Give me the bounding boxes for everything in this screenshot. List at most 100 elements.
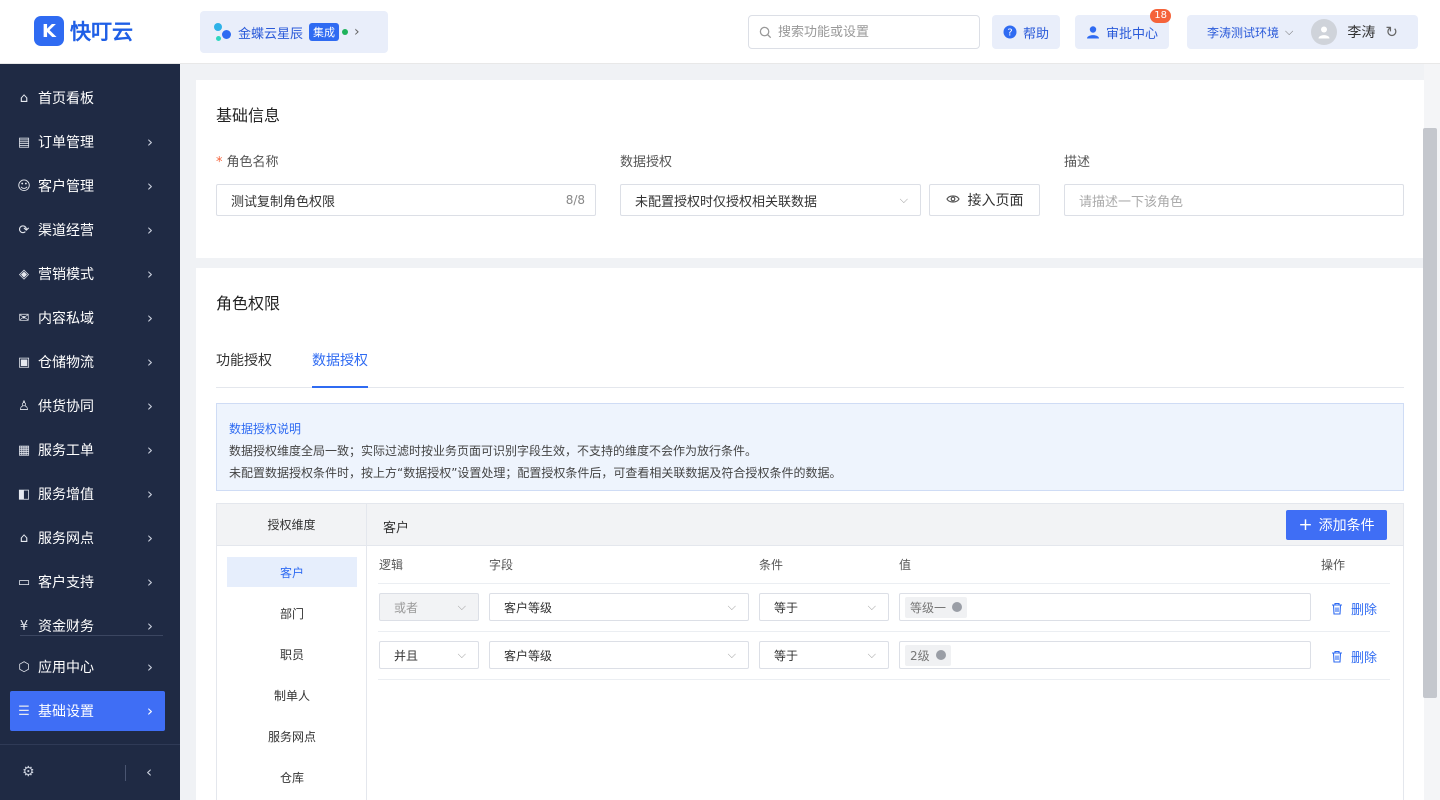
sidebar-item[interactable]: ⟳ 渠道经营 › (10, 210, 165, 250)
chevron-right-icon: › (147, 309, 153, 327)
env-name: 李涛测试环境 (1207, 25, 1280, 40)
sidebar-item[interactable]: ☺ 客户管理 › (10, 166, 165, 206)
row-divider (378, 631, 1390, 632)
condition-select-value: 等于 (774, 600, 799, 615)
plus-icon: + (1298, 515, 1313, 535)
page-scrollbar-thumb[interactable] (1423, 128, 1437, 698)
integration-switcher[interactable]: 金蝶云星辰 集成 › (200, 11, 388, 53)
field-select[interactable]: 客户等级 ⌵ (489, 641, 749, 669)
warehouse-icon: ▣ (17, 354, 31, 370)
value-input[interactable]: 等级一 (899, 593, 1311, 621)
search-input[interactable] (778, 24, 958, 40)
dimension-item[interactable]: 仓库 (227, 762, 357, 792)
data-auth-notice: 数据授权说明 数据授权维度全局一致；实际过滤时按业务页面可识别字段生效，不支持的… (216, 403, 1404, 491)
chevron-right-icon: › (147, 573, 153, 591)
access-page-button[interactable]: 接入页面 (929, 184, 1040, 216)
dimension-item[interactable]: 部门 (227, 598, 357, 628)
remove-tag-icon[interactable] (935, 650, 946, 660)
approval-label: 审批中心 (1106, 26, 1159, 42)
row-divider (378, 679, 1390, 680)
sidebar-item[interactable]: ⌂ 服务网点 › (10, 518, 165, 558)
role-name-value: 测试复制角色权限 (231, 194, 336, 210)
customer-icon: ☺ (17, 178, 31, 194)
delete-label: 删除 (1351, 651, 1378, 666)
sidebar-item[interactable]: ◧ 服务增值 › (10, 474, 165, 514)
ticket-icon: ▦ (17, 442, 31, 458)
sidebar-item[interactable]: ☰ 基础设置 › (10, 691, 165, 731)
chevron-right-icon: › (354, 24, 360, 40)
app-logo[interactable]: K 快叮云 (34, 16, 133, 46)
tab-function-auth[interactable]: 功能授权 (216, 350, 272, 388)
column-value: 值 (899, 558, 912, 572)
avatar-user-icon (1318, 26, 1330, 39)
notice-title: 数据授权说明 (229, 422, 302, 436)
top-bar: K 快叮云 金蝶云星辰 集成 › ? 帮助 审批中心 18 李涛测试环境 ⌵ 李… (0, 0, 1440, 64)
dimension-item[interactable]: 制单人 (227, 680, 357, 710)
logic-select[interactable]: 并且 ⌵ (379, 641, 479, 669)
approval-center-button[interactable]: 审批中心 18 (1075, 9, 1172, 49)
sidebar-item[interactable]: ▤ 订单管理 › (10, 122, 165, 162)
status-dot (342, 29, 349, 35)
collapse-sidebar-icon[interactable]: ‹ (146, 763, 152, 781)
chevron-right-icon: › (147, 177, 153, 195)
environment-switcher[interactable]: 李涛测试环境 ⌵ 李涛 ↻ (1187, 15, 1418, 49)
condition-select[interactable]: 等于 ⌵ (759, 593, 889, 621)
chevron-down-icon: ⌵ (1285, 25, 1294, 38)
dimension-item[interactable]: 职员 (227, 639, 357, 669)
sidebar-item[interactable]: ◈ 营销模式 › (10, 254, 165, 294)
sidebar-item[interactable]: ▭ 客户支持 › (10, 562, 165, 602)
gear-icon[interactable]: ⚙ (22, 764, 35, 780)
order-icon: ▤ (17, 134, 31, 150)
basic-info-card: 基础信息 * 角色名称 测试复制角色权限 8/8 数据授权 未配置授权时仅授权相关… (196, 80, 1424, 258)
sidebar-item-label: 客户管理 (38, 179, 94, 195)
footer-separator (125, 765, 126, 781)
store-icon: ⌂ (19, 530, 29, 546)
sidebar-item[interactable]: ▣ 仓储物流 › (10, 342, 165, 382)
supply-icon: ♙ (18, 398, 30, 414)
add-condition-button[interactable]: + 添加条件 (1286, 510, 1387, 540)
delete-row-button[interactable]: 删除 (1331, 647, 1377, 666)
value-input[interactable]: 2级 (899, 641, 1311, 669)
field-select-value: 客户等级 (504, 600, 553, 615)
chevron-down-icon: ⌵ (727, 648, 736, 661)
avatar[interactable] (1311, 19, 1338, 45)
search-icon (759, 26, 772, 38)
sidebar-item[interactable]: ¥ 资金财务 › (10, 606, 165, 646)
role-name-input[interactable]: 测试复制角色权限 8/8 (216, 184, 596, 216)
data-auth-select[interactable]: 未配置授权时仅授权相关联数据 ⌵ (620, 184, 921, 216)
sidebar-item[interactable]: ⌂ 首页看板 (10, 78, 165, 118)
column-condition: 条件 (759, 558, 784, 572)
sidebar-item[interactable]: ⬡ 应用中心 › (10, 647, 165, 687)
value-tag: 等级一 (905, 596, 968, 618)
chevron-down-icon: ⌵ (727, 600, 736, 613)
settings-list-icon: ☰ (18, 703, 30, 719)
dimension-item[interactable]: 服务网点 (227, 721, 357, 751)
delete-row-button[interactable]: 删除 (1331, 599, 1377, 618)
sidebar-item-label: 营销模式 (38, 267, 94, 283)
eye-icon (945, 192, 960, 208)
sidebar-item[interactable]: ▦ 服务工单 › (10, 430, 165, 470)
user-icon (1087, 26, 1099, 39)
sidebar-item[interactable]: ✉ 内容私域 › (10, 298, 165, 338)
desc-input[interactable]: 请描述一下该角色 (1064, 184, 1404, 216)
delete-label: 删除 (1351, 603, 1378, 618)
sidebar-item[interactable]: ♙ 供货协同 › (10, 386, 165, 426)
dimension-item[interactable]: 客户 (227, 557, 357, 587)
logic-select-value: 并且 (394, 648, 419, 663)
channel-icon: ⟳ (18, 222, 30, 238)
desc-label: 描述 (1064, 155, 1091, 170)
help-button[interactable]: ? 帮助 (992, 15, 1061, 49)
support-icon: ▭ (17, 574, 31, 590)
condition-select[interactable]: 等于 ⌵ (759, 641, 889, 669)
tab-data-auth[interactable]: 数据授权 (312, 350, 368, 388)
chevron-right-icon: › (147, 658, 153, 676)
column-field: 字段 (489, 558, 514, 572)
field-select[interactable]: 客户等级 ⌵ (489, 593, 749, 621)
role-name-label: 角色名称 (226, 155, 279, 170)
integration-name: 金蝶云星辰 (238, 26, 304, 42)
condition-select-value: 等于 (774, 648, 799, 663)
search-box[interactable] (748, 15, 980, 49)
remove-tag-icon[interactable] (952, 602, 963, 612)
refresh-icon[interactable]: ↻ (1385, 23, 1398, 41)
chevron-right-icon: › (147, 397, 153, 415)
